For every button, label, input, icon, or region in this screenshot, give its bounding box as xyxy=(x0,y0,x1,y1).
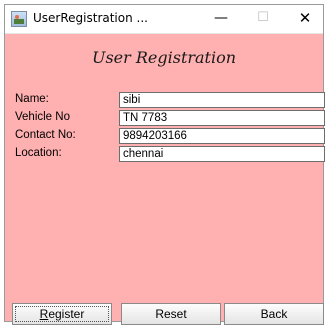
form-title: User Registration xyxy=(91,48,237,67)
register-label: egister xyxy=(48,307,85,321)
form-panel: User Registration Name: sibi Vehicle No … xyxy=(5,34,325,325)
window-title: UserRegistration ... xyxy=(33,11,148,25)
java-app-icon xyxy=(11,11,27,27)
close-icon[interactable]: ✕ xyxy=(293,7,317,29)
name-field[interactable]: sibi xyxy=(119,92,325,108)
location-label: Location: xyxy=(15,147,62,159)
contact-no-field[interactable]: 9894203166 xyxy=(119,128,325,144)
contact-no-label: Contact No: xyxy=(15,129,76,141)
reset-button[interactable]: Reset xyxy=(121,303,221,325)
maximize-icon[interactable]: ☐ xyxy=(251,7,275,29)
vehicle-no-label: Vehicle No xyxy=(15,111,70,123)
name-label: Name: xyxy=(15,93,49,105)
registration-window: UserRegistration ... — ☐ ✕ User Registra… xyxy=(4,4,325,325)
register-button[interactable]: Register xyxy=(12,303,112,325)
minimize-icon[interactable]: — xyxy=(209,7,233,29)
register-mnemonic: R xyxy=(39,307,49,321)
back-button[interactable]: Back xyxy=(224,303,324,325)
vehicle-no-field[interactable]: TN 7783 xyxy=(119,110,325,126)
title-bar[interactable]: UserRegistration ... — ☐ ✕ xyxy=(5,5,323,34)
location-field[interactable]: chennai xyxy=(119,146,325,162)
